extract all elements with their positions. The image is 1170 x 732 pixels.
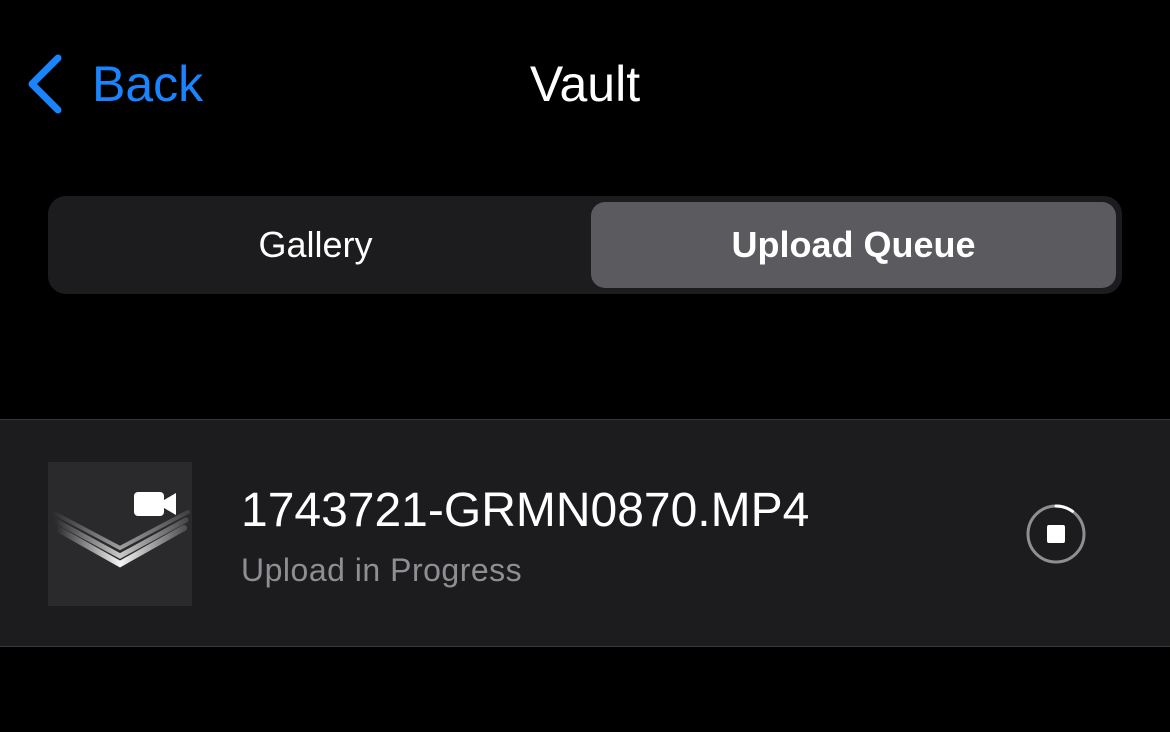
back-button[interactable]: Back <box>24 50 203 118</box>
file-thumbnail <box>48 462 192 606</box>
segmented-control: Gallery Upload Queue <box>48 196 1122 294</box>
segment-gallery[interactable]: Gallery <box>54 202 577 288</box>
segment-upload-queue[interactable]: Upload Queue <box>591 202 1116 288</box>
navigation-bar: Back Vault <box>0 0 1170 170</box>
file-name: 1743721-GRMN0870.MP4 <box>241 484 810 537</box>
video-camera-icon <box>50 492 190 568</box>
back-button-label: Back <box>92 56 204 112</box>
chevron-left-icon <box>28 54 62 114</box>
upload-queue-item[interactable]: 1743721-GRMN0870.MP4 Upload in Progress <box>0 419 1170 647</box>
stop-icon <box>1026 504 1086 564</box>
stop-upload-button[interactable] <box>1024 502 1088 566</box>
upload-status: Upload in Progress <box>241 552 523 588</box>
